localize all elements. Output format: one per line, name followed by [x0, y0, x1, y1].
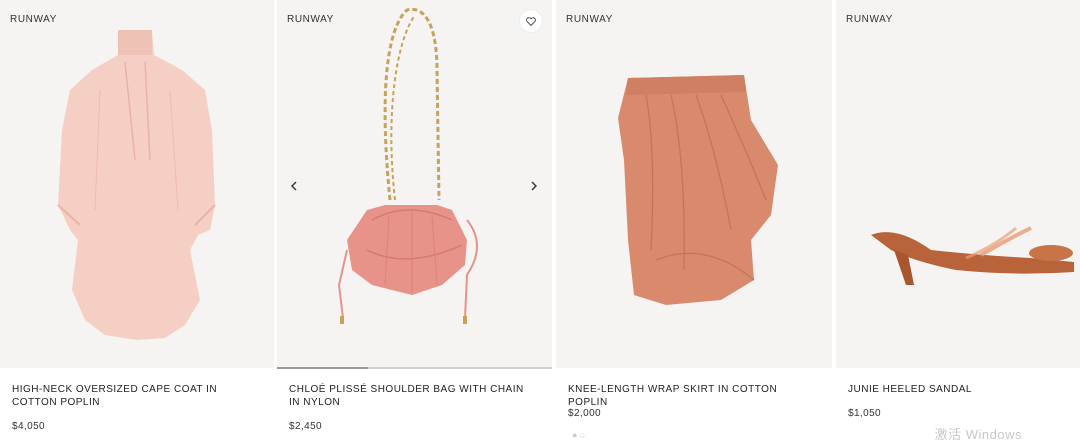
runway-badge: RUNWAY — [846, 14, 893, 25]
product-image-sandal[interactable]: RUNWAY — [836, 0, 1080, 368]
product-card-coat[interactable]: RUNWAY HIGH-NECK OVERSIZED CAPE COAT IN … — [0, 0, 274, 437]
product-image-skirt[interactable]: RUNWAY — [556, 0, 832, 368]
runway-badge: RUNWAY — [566, 14, 613, 25]
product-price: $4,050 — [12, 421, 45, 432]
product-title[interactable]: KNEE-LENGTH WRAP SKIRT IN COTTON POPLIN — [568, 383, 808, 409]
product-price: $2,450 — [289, 421, 322, 432]
product-title[interactable]: JUNIE HEELED SANDAL — [848, 383, 1080, 396]
runway-badge: RUNWAY — [287, 14, 334, 25]
carousel-progress — [277, 367, 552, 369]
coat-image — [57, 30, 216, 340]
carousel-progress-fill — [277, 367, 368, 369]
product-image-coat[interactable]: RUNWAY — [0, 0, 274, 368]
heart-icon — [526, 16, 536, 26]
sandal-image — [871, 226, 1074, 285]
product-title[interactable]: HIGH-NECK OVERSIZED CAPE COAT IN COTTON … — [12, 383, 252, 409]
product-card-bag[interactable]: RUNWAY CHLOÉ PLISSÉ SHOULDER BAG WITH CH… — [277, 0, 552, 437]
color-swatch-row: ● ○ — [572, 430, 586, 440]
product-price: $2,000 — [568, 408, 601, 419]
product-image-bag[interactable]: RUNWAY — [277, 0, 552, 368]
product-card-sandal[interactable]: RUNWAY JUNIE HEELED SANDAL $1,050 — [836, 0, 1080, 437]
carousel-prev-button[interactable] — [287, 178, 301, 194]
runway-badge: RUNWAY — [10, 14, 57, 25]
wishlist-button[interactable] — [520, 10, 542, 32]
product-card-skirt[interactable]: RUNWAY KNEE-LENGTH WRAP SKIRT IN COTTON … — [556, 0, 832, 440]
chevron-right-icon — [531, 181, 537, 191]
bag-image — [337, 7, 478, 324]
chevron-left-icon — [291, 181, 297, 191]
product-price: $1,050 — [848, 408, 881, 419]
windows-activation-watermark: 激活 Windows — [934, 427, 1022, 442]
carousel-next-button[interactable] — [527, 178, 541, 194]
skirt-image — [618, 75, 778, 305]
product-title[interactable]: CHLOÉ PLISSÉ SHOULDER BAG WITH CHAIN IN … — [289, 383, 529, 409]
product-grid: RUNWAY HIGH-NECK OVERSIZED CAPE COAT IN … — [0, 0, 1080, 442]
